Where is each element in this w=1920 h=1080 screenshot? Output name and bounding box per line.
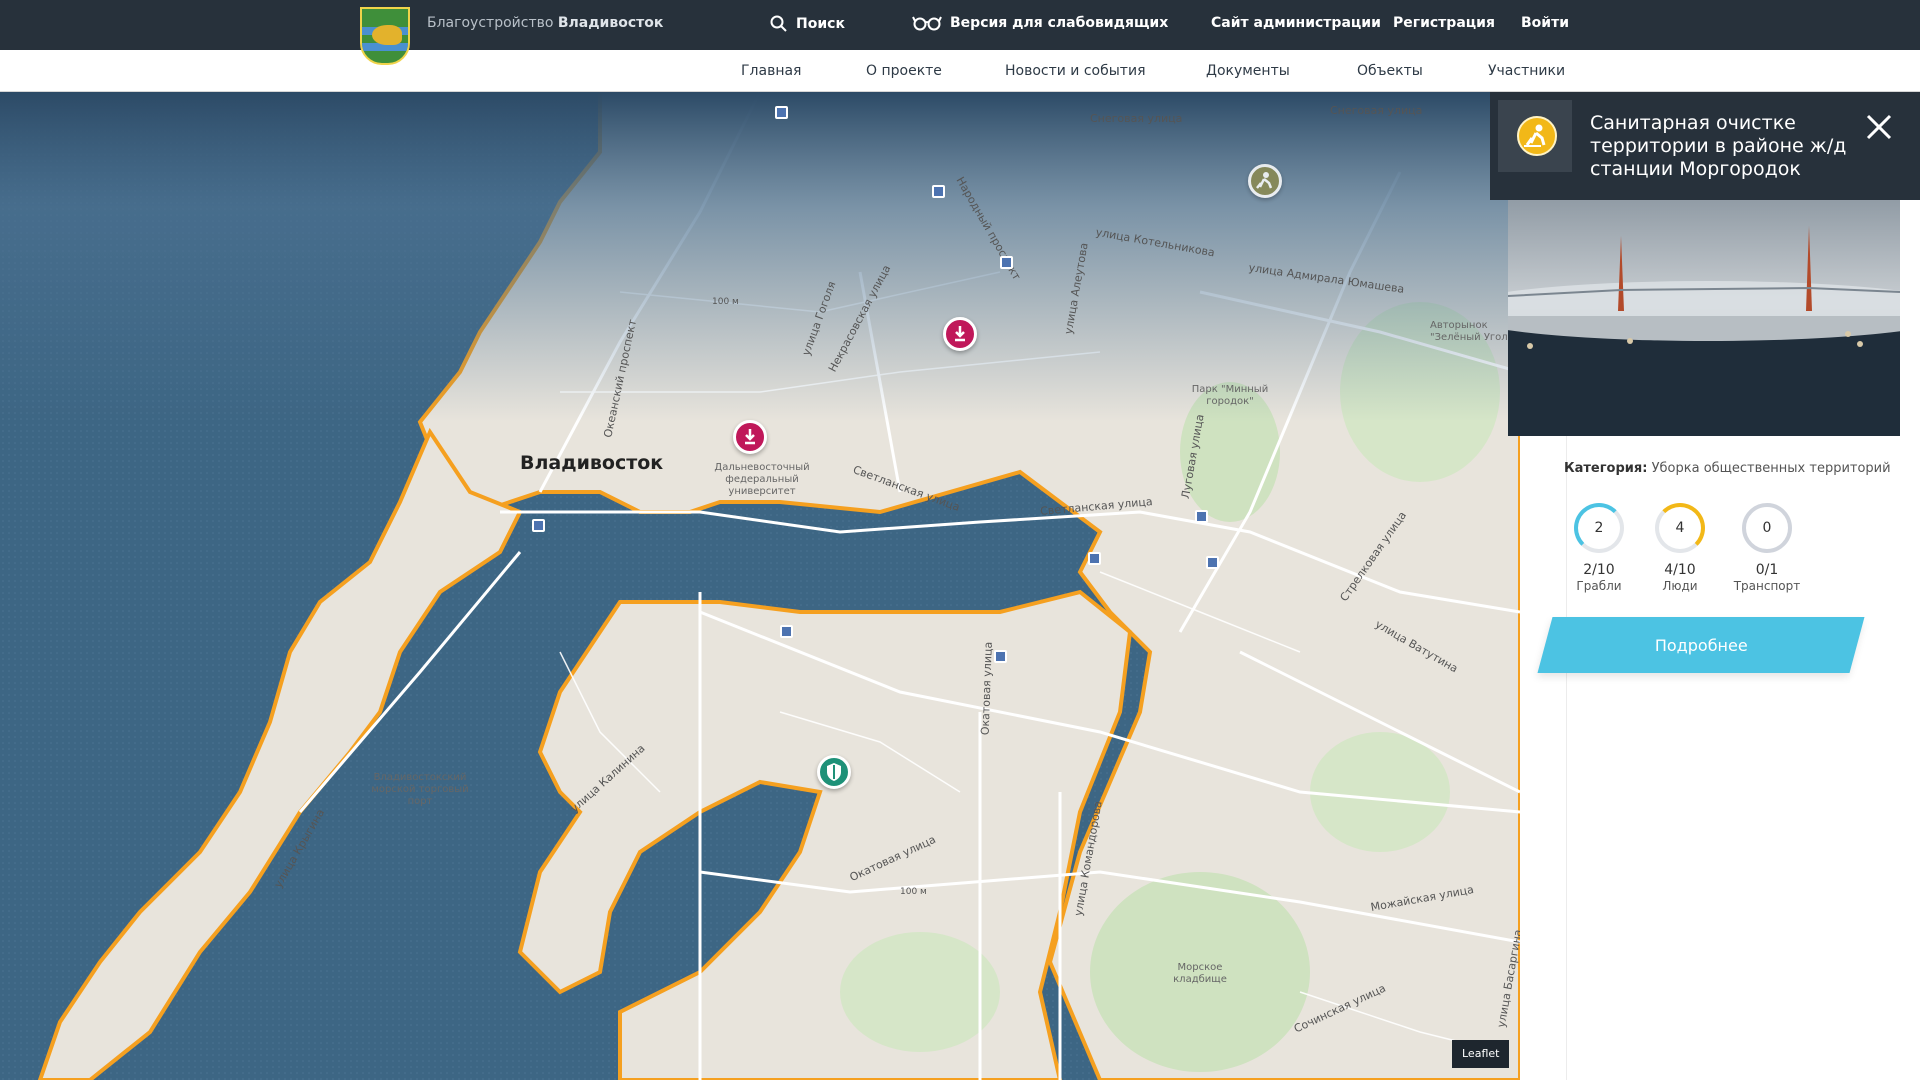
bus-stop-icon[interactable] — [780, 625, 793, 638]
counter-rakes: 2 2/10 Грабли — [1554, 503, 1644, 593]
search-icon — [770, 15, 787, 32]
more-details-button[interactable]: Подробнее — [1537, 617, 1865, 673]
nav-item-objects[interactable]: Объекты — [1357, 63, 1423, 79]
bus-stop-icon[interactable] — [1206, 556, 1219, 569]
city-label: Владивосток — [520, 452, 664, 474]
search-label: Поиск — [796, 16, 845, 32]
more-details-label: Подробнее — [1654, 635, 1748, 655]
monument-icon — [745, 429, 755, 445]
rakes-label: Грабли — [1576, 579, 1622, 593]
poi-cemetery[interactable]: Морское кладбище — [1160, 962, 1240, 986]
monument-marker[interactable] — [943, 317, 977, 351]
close-icon — [1866, 114, 1892, 140]
shield-icon — [827, 763, 841, 781]
brand-title[interactable]: Благоустройство Владивосток — [427, 15, 663, 31]
category-value: Уборка общественных территорий — [1651, 461, 1891, 476]
accessibility-label: Версия для слабовидящих — [950, 15, 1169, 31]
counter-transport: 0 0/1 Транспорт — [1722, 503, 1812, 593]
admin-site-link[interactable]: Сайт администрации — [1211, 15, 1381, 31]
map-attribution[interactable]: Leaflet — [1452, 1040, 1510, 1068]
close-button[interactable] — [1862, 110, 1896, 144]
bus-stop-icon[interactable] — [1195, 510, 1208, 523]
object-card-header: Санитарная очистке территории в районе ж… — [1490, 92, 1920, 200]
poi-park[interactable]: Парк "Минный городок" — [1180, 384, 1280, 408]
rakes-fraction: 2/10 — [1583, 562, 1615, 578]
nav-item-documents[interactable]: Документы — [1206, 63, 1290, 79]
people-label: Люди — [1662, 579, 1698, 593]
elevation-label: 100 м — [712, 297, 739, 307]
worker-icon-graphic — [1524, 124, 1546, 147]
poi-university[interactable]: Дальневосточный федеральный университет — [712, 462, 812, 498]
nav-item-home[interactable]: Главная — [741, 63, 801, 79]
login-link[interactable]: Войти — [1521, 15, 1569, 31]
glasses-icon — [912, 16, 942, 31]
transport-value: 0 — [1762, 520, 1772, 536]
transport-progress-ring: 0 — [1742, 503, 1792, 553]
transport-fraction: 0/1 — [1755, 562, 1779, 578]
tiger-emblem-icon — [372, 25, 402, 45]
people-value: 4 — [1675, 520, 1685, 536]
brand-city: Владивосток — [557, 15, 664, 31]
transport-label: Транспорт — [1733, 579, 1801, 593]
main-nav: Главная О проекте Новости и события Доку… — [0, 50, 1920, 92]
worker-icon — [1517, 116, 1557, 156]
search-link[interactable]: Поиск — [770, 15, 845, 33]
nav-item-participants[interactable]: Участники — [1488, 63, 1565, 79]
bus-stop-icon[interactable] — [775, 106, 788, 119]
bus-stop-icon[interactable] — [1088, 552, 1101, 565]
bus-stop-icon[interactable] — [932, 185, 945, 198]
brand-prefix: Благоустройство — [427, 15, 554, 31]
accessibility-link[interactable]: Версия для слабовидящих — [912, 15, 1168, 31]
object-title: Санитарная очистке территории в районе ж… — [1590, 112, 1847, 180]
top-bar: Благоустройство Владивосток Поиск Версия… — [0, 0, 1920, 50]
bus-stop-icon[interactable] — [1000, 256, 1013, 269]
register-link[interactable]: Регистрация — [1393, 15, 1495, 31]
street-label: Снеговая улица — [1090, 112, 1183, 125]
poi-car-market[interactable]: Авторынок "Зелёный Угол" — [1430, 320, 1520, 344]
street-label: Снеговая улица — [1330, 104, 1423, 117]
monument-marker[interactable] — [733, 420, 767, 454]
nav-item-news[interactable]: Новости и события — [1005, 63, 1146, 79]
object-category: Категория: Уборка общественных территори… — [1564, 461, 1891, 476]
bus-stop-icon[interactable] — [532, 519, 545, 532]
rakes-progress-ring: 2 — [1574, 503, 1624, 553]
poi-port[interactable]: Владивостокский морской торговый порт — [370, 772, 470, 808]
shield-marker[interactable] — [817, 755, 851, 789]
map-canvas[interactable]: Владивосток Снеговая улица Снеговая улиц… — [0, 92, 1520, 1080]
counter-people: 4 4/10 Люди — [1635, 503, 1725, 593]
worker-icon — [1256, 172, 1273, 189]
map-graphics — [0, 92, 1520, 1080]
people-progress-ring: 4 — [1655, 503, 1705, 553]
worker-marker[interactable] — [1248, 164, 1282, 198]
rakes-value: 2 — [1594, 520, 1604, 536]
nav-item-about[interactable]: О проекте — [866, 63, 942, 79]
bus-stop-icon[interactable] — [994, 650, 1007, 663]
bridge-photo-graphic — [1508, 196, 1900, 436]
object-photo — [1508, 196, 1900, 436]
city-logo[interactable] — [360, 7, 410, 65]
elevation-label: 100 м — [900, 887, 927, 897]
category-label: Категория — [1564, 461, 1643, 476]
monument-icon — [955, 326, 965, 342]
people-fraction: 4/10 — [1664, 562, 1696, 578]
